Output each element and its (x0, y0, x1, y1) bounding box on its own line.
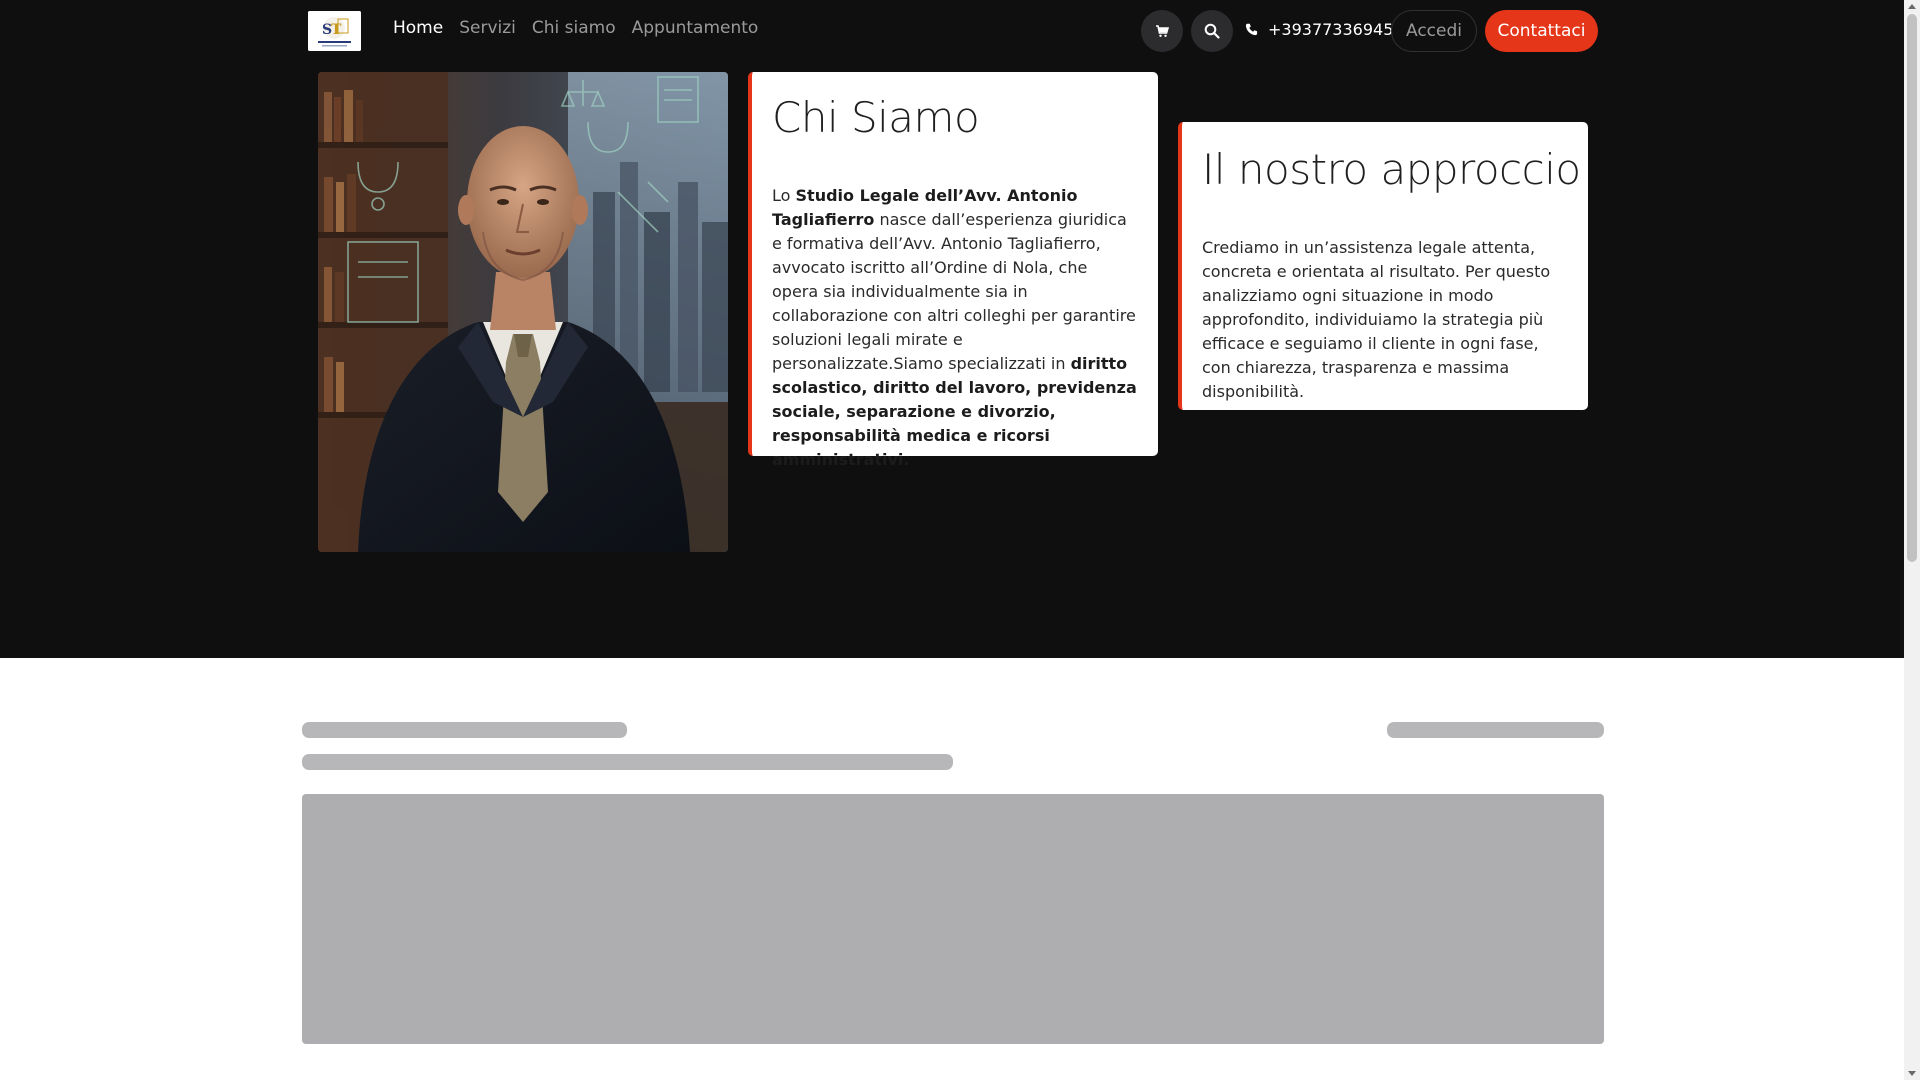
logo-mark: S T (308, 11, 361, 51)
portrait-illustration (318, 72, 728, 552)
approach-text: Crediamo in un’assistenza legale attenta… (1202, 238, 1551, 401)
phone-number[interactable]: +393773369450 (1268, 20, 1404, 39)
page-scrollbar[interactable] (1904, 0, 1920, 1080)
nav-home[interactable]: Home (393, 18, 443, 38)
about-text-body: nasce dall’esperienza giuridica e format… (772, 210, 1136, 373)
skeleton-content-block (302, 794, 1604, 1044)
cart-button[interactable] (1141, 10, 1183, 52)
scroll-up-arrow-icon[interactable] (1908, 4, 1916, 9)
cart-icon (1156, 25, 1169, 37)
main-nav: Home Servizi Chi siamo Appuntamento (393, 18, 758, 38)
nav-chi-siamo[interactable]: Chi siamo (532, 18, 616, 38)
scroll-thumb[interactable] (1907, 14, 1917, 562)
skeleton-title-line (302, 722, 627, 738)
phone-icon (1245, 23, 1258, 36)
approach-card: Il nostro approccio Crediamo in un’assis… (1178, 122, 1588, 410)
nav-servizi[interactable]: Servizi (459, 18, 516, 38)
scroll-down-arrow-icon[interactable] (1908, 1071, 1916, 1076)
svg-text:T: T (331, 22, 342, 38)
nav-appuntamento[interactable]: Appuntamento (632, 18, 759, 38)
skeleton-action-line (1387, 722, 1604, 738)
about-text: Lo Studio Legale dell’Avv. Antonio Tagli… (772, 184, 1138, 472)
phone-link[interactable]: +393773369450 (1245, 20, 1404, 39)
about-text-lead: Lo (772, 186, 796, 205)
search-button[interactable] (1191, 10, 1233, 52)
lawyer-portrait-image (318, 72, 728, 552)
site-logo[interactable]: S T (308, 11, 361, 51)
navbar: S T Home Servizi Chi siamo Appuntamento … (0, 0, 1904, 62)
search-icon (1204, 23, 1220, 39)
about-title: Chi Siamo (772, 93, 980, 142)
approach-title: Il nostro approccio (1202, 145, 1581, 194)
skeleton-subtitle-line (302, 754, 953, 770)
signin-button[interactable]: Accedi (1391, 10, 1477, 52)
contact-button[interactable]: Contattaci (1485, 10, 1598, 52)
about-card: Chi Siamo Lo Studio Legale dell’Avv. Ant… (748, 72, 1158, 469)
